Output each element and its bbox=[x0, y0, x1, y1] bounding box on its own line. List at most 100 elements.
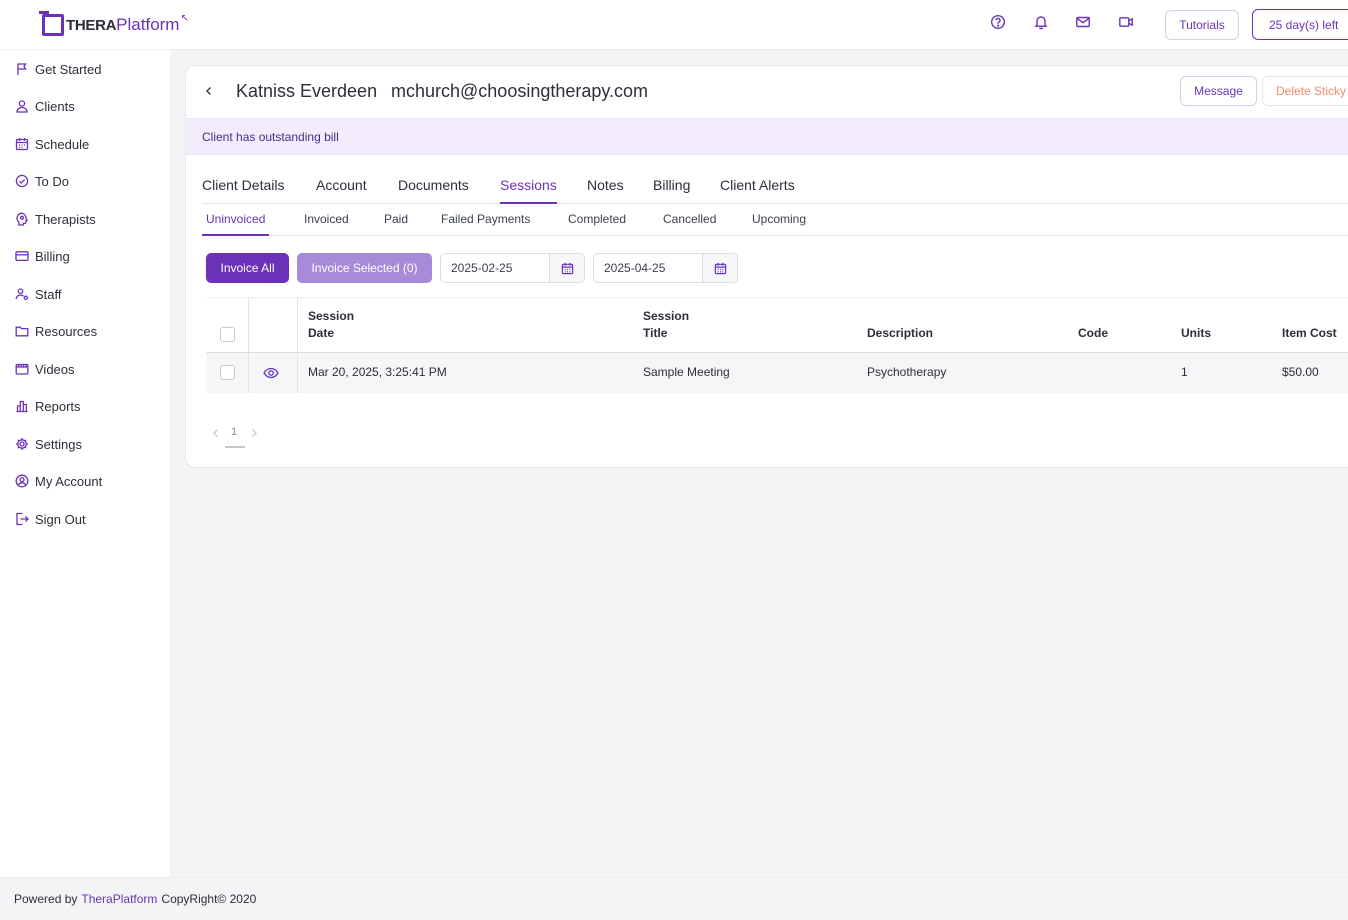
tab-client-alerts[interactable]: Client Alerts bbox=[720, 177, 795, 204]
header-units: Units bbox=[1181, 326, 1211, 340]
sidebar-item-label: Reports bbox=[35, 398, 81, 414]
sidebar: Get Started Clients Schedule To Do Thera… bbox=[0, 50, 170, 877]
tab-sessions[interactable]: Sessions bbox=[500, 177, 557, 204]
sidebar-item-label: Resources bbox=[35, 323, 98, 339]
bell-icon[interactable] bbox=[1033, 14, 1049, 30]
top-bar: THERA Platform ↖ Tutorials 25 day(s) lef… bbox=[0, 0, 1348, 50]
sidebar-item-videos[interactable]: Videos bbox=[15, 359, 75, 379]
message-button[interactable]: Message bbox=[1180, 76, 1257, 106]
cell-description: Psychotherapy bbox=[867, 365, 947, 379]
bar-chart-icon bbox=[15, 399, 29, 413]
video-icon[interactable] bbox=[1118, 14, 1134, 30]
header-session-title-line2: Title bbox=[643, 326, 668, 340]
subtab-cancelled[interactable]: Cancelled bbox=[663, 212, 716, 236]
header-description: Description bbox=[867, 326, 934, 340]
date-to-value[interactable]: 2025-04-25 bbox=[594, 254, 703, 282]
sidebar-item-label: Billing bbox=[35, 248, 70, 264]
calendar-icon[interactable] bbox=[550, 254, 584, 282]
sidebar-item-billing[interactable]: Billing bbox=[15, 246, 70, 266]
gear-icon bbox=[15, 437, 29, 451]
credit-card-icon bbox=[15, 249, 29, 263]
help-icon[interactable] bbox=[990, 14, 1006, 30]
row-checkbox[interactable] bbox=[220, 365, 235, 380]
invoice-all-button[interactable]: Invoice All bbox=[206, 253, 289, 283]
sidebar-item-my-account[interactable]: My Account bbox=[15, 471, 102, 491]
logo-accent-icon: ↖ bbox=[180, 12, 189, 24]
sidebar-item-settings[interactable]: Settings bbox=[15, 434, 82, 454]
footer-prefix: Powered by bbox=[14, 892, 78, 906]
staff-icon bbox=[15, 287, 29, 301]
header-session-date-line1: Session bbox=[308, 309, 355, 323]
subtab-failed-payments[interactable]: Failed Payments bbox=[441, 212, 530, 236]
client-name: Katniss Everdeen bbox=[236, 81, 378, 101]
logo-text-light: Platform bbox=[116, 15, 180, 34]
theraplatform-logo[interactable]: THERA Platform ↖ bbox=[39, 11, 189, 38]
logo-mark-icon bbox=[39, 11, 64, 36]
page-number[interactable]: 1 bbox=[231, 426, 237, 438]
check-circle-icon bbox=[15, 174, 29, 188]
user-icon bbox=[15, 99, 29, 113]
sidebar-item-label: Therapists bbox=[35, 211, 96, 227]
flag-icon bbox=[15, 62, 29, 76]
cell-session-title: Sample Meeting bbox=[643, 365, 730, 379]
tab-documents[interactable]: Documents bbox=[398, 177, 469, 204]
tab-notes[interactable]: Notes bbox=[587, 177, 624, 204]
sidebar-item-get-started[interactable]: Get Started bbox=[15, 59, 101, 79]
tab-client-details[interactable]: Client Details bbox=[202, 177, 284, 204]
subtab-upcoming[interactable]: Upcoming bbox=[752, 212, 806, 236]
folder-icon bbox=[15, 324, 29, 338]
back-chevron-icon[interactable] bbox=[202, 84, 216, 98]
column-divider bbox=[248, 297, 249, 393]
sidebar-item-label: Clients bbox=[35, 98, 75, 114]
cell-session-date: Mar 20, 2025, 3:25:41 PM bbox=[308, 365, 447, 379]
footer: Powered by TheraPlatform CopyRight© 2020 bbox=[0, 877, 1348, 920]
prev-page-chevron-icon[interactable] bbox=[211, 426, 221, 438]
column-divider bbox=[297, 297, 298, 393]
tutorials-button[interactable]: Tutorials bbox=[1165, 10, 1239, 40]
date-to-field[interactable]: 2025-04-25 bbox=[593, 253, 738, 283]
sidebar-item-sign-out[interactable]: Sign Out bbox=[15, 509, 86, 529]
date-from-value[interactable]: 2025-02-25 bbox=[441, 254, 550, 282]
sidebar-item-reports[interactable]: Reports bbox=[15, 396, 81, 416]
sidebar-item-staff[interactable]: Staff bbox=[15, 284, 62, 304]
next-page-chevron-icon[interactable] bbox=[249, 426, 259, 438]
sidebar-item-label: Videos bbox=[35, 361, 75, 377]
sidebar-item-therapists[interactable]: Therapists bbox=[15, 209, 96, 229]
sidebar-item-resources[interactable]: Resources bbox=[15, 321, 97, 341]
subtab-paid[interactable]: Paid bbox=[384, 212, 408, 236]
client-tabs: Client Details Account Documents Session… bbox=[202, 174, 1348, 204]
delete-sticky-alert-button[interactable]: Delete Sticky Alert bbox=[1262, 76, 1348, 106]
subtab-completed[interactable]: Completed bbox=[568, 212, 626, 236]
sidebar-item-label: Settings bbox=[35, 436, 82, 452]
footer-brand-link[interactable]: TheraPlatform bbox=[81, 892, 157, 906]
account-circle-icon bbox=[15, 474, 29, 488]
invoice-selected-button[interactable]: Invoice Selected (0) bbox=[297, 253, 432, 283]
header-code: Code bbox=[1078, 326, 1108, 340]
date-from-field[interactable]: 2025-02-25 bbox=[440, 253, 585, 283]
sidebar-item-clients[interactable]: Clients bbox=[15, 96, 75, 116]
header-session-date-line2: Date bbox=[308, 326, 335, 340]
pagination: 1 bbox=[211, 426, 271, 450]
sidebar-item-label: Staff bbox=[35, 286, 62, 302]
header-session-title-line1: Session bbox=[643, 309, 690, 323]
sidebar-item-label: To Do bbox=[35, 173, 69, 189]
calendar-icon[interactable] bbox=[703, 254, 737, 282]
subtab-uninvoiced[interactable]: Uninvoiced bbox=[202, 212, 270, 236]
tab-billing[interactable]: Billing bbox=[653, 177, 690, 204]
sidebar-item-schedule[interactable]: Schedule bbox=[15, 134, 89, 154]
table-row: Mar 20, 2025, 3:25:41 PM Sample Meeting … bbox=[206, 353, 1348, 393]
eye-icon[interactable] bbox=[263, 366, 279, 380]
subtab-invoiced[interactable]: Invoiced bbox=[304, 212, 349, 236]
session-subtabs: Uninvoiced Invoiced Paid Failed Payments… bbox=[202, 205, 1348, 236]
trial-days-button[interactable]: 25 day(s) left bbox=[1252, 9, 1348, 40]
client-email: mchurch@choosingtherapy.com bbox=[391, 81, 649, 101]
select-all-checkbox[interactable] bbox=[220, 327, 235, 342]
footer-copyright: CopyRight© 2020 bbox=[161, 892, 257, 906]
sessions-table: Session Date Session Title Description C… bbox=[206, 297, 1348, 393]
sign-out-icon bbox=[15, 512, 29, 526]
table-header: Session Date Session Title Description C… bbox=[206, 297, 1348, 353]
mail-icon[interactable] bbox=[1075, 14, 1091, 30]
sidebar-item-to-do[interactable]: To Do bbox=[15, 171, 69, 191]
tab-account[interactable]: Account bbox=[316, 177, 367, 204]
client-sessions-card: Katniss Everdeen mchurch@choosingtherapy… bbox=[185, 65, 1348, 468]
